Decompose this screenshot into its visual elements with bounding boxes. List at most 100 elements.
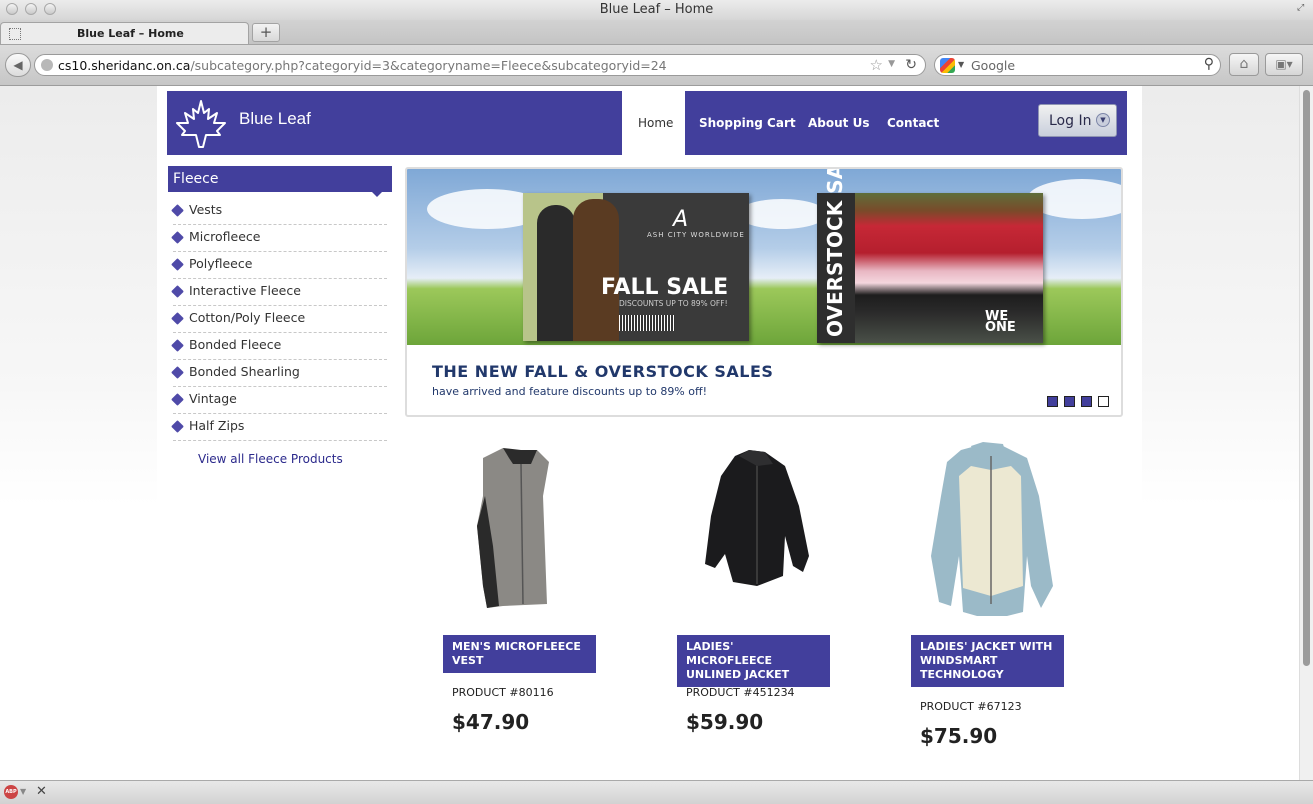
product-title[interactable]: LADIES' JACKET WITH WINDSMART TECHNOLOGY (911, 635, 1064, 687)
man-model-shape (573, 199, 619, 341)
chevron-down-icon: ▼ (1096, 113, 1110, 127)
new-tab-button[interactable]: + (252, 23, 280, 42)
adblock-icon[interactable]: ABP (4, 785, 18, 799)
product-card: LADIES' MICROFLEECE UNLINED JACKET PRODU… (677, 436, 830, 756)
models-photo (523, 193, 619, 341)
address-bar[interactable]: cs10.sheridanc.on.ca/subcategory.php?cat… (34, 54, 926, 76)
bookmark-star-icon[interactable]: ☆ (870, 56, 883, 74)
search-input[interactable]: Google (971, 58, 1015, 73)
banner-subline: have arrived and feature discounts up to… (432, 385, 707, 398)
overstock-sale-flyer: OVERSTOCK SALE WE ONE (817, 167, 1043, 343)
sidebar-item-label: Microfleece (189, 229, 261, 244)
browser-status-bar: ABP ▼ ✕ (0, 780, 1313, 804)
sidebar-item-vests[interactable]: Vests (171, 198, 387, 225)
fall-sale-subtitle: DISCOUNTS UP TO 89% OFF! (619, 299, 728, 308)
sidebar-item-half-zips[interactable]: Half Zips (171, 414, 387, 441)
fullscreen-icon[interactable]: ⤢ (1297, 3, 1307, 13)
sidebar-heading-label: Fleece (173, 171, 219, 187)
sidebar-item-vintage[interactable]: Vintage (171, 387, 387, 414)
sidebar-item-label: Bonded Fleece (189, 337, 282, 352)
site-brand-name[interactable]: Blue Leaf (239, 109, 311, 129)
product-image-jacket[interactable] (677, 436, 830, 616)
product-number: PRODUCT #67123 (920, 700, 1022, 713)
ash-city-logo-icon: A (673, 207, 689, 232)
slide-dot-3[interactable] (1081, 396, 1092, 407)
tag-icon (171, 285, 184, 298)
tag-icon (171, 231, 184, 244)
sidebar-item-label: Half Zips (189, 418, 245, 433)
sidebar-item-label: Cotton/Poly Fleece (189, 310, 306, 325)
close-icon[interactable]: ✕ (36, 784, 47, 799)
reload-icon[interactable]: ↻ (905, 57, 917, 73)
tab-bar: Blue Leaf – Home + (0, 20, 1313, 45)
sidebar-item-label: Polyfleece (189, 256, 253, 271)
nav-home-label: Home (638, 116, 674, 130)
sidebar-heading-notch (372, 192, 382, 197)
sidebar-heading: Fleece (168, 166, 392, 192)
back-button[interactable]: ◀ (5, 53, 31, 77)
sidebar-item-bonded-fleece[interactable]: Bonded Fleece (171, 333, 387, 360)
sidebar-item-cotton-poly-fleece[interactable]: Cotton/Poly Fleece (171, 306, 387, 333)
search-engine-dropdown-icon[interactable]: ▼ (958, 60, 964, 69)
flyer-brand-text: ASH CITY WORLDWIDE (647, 231, 745, 239)
nav-shopping-cart[interactable]: Shopping Cart (699, 116, 796, 130)
login-button[interactable]: Log In ▼ (1038, 104, 1117, 137)
sidebar-item-label: Vintage (189, 391, 237, 406)
sidebar-item-polyfleece[interactable]: Polyfleece (171, 252, 387, 279)
view-all-fleece-link[interactable]: View all Fleece Products (198, 452, 343, 466)
tag-icon (171, 366, 184, 379)
sidebar-item-label: Vests (189, 202, 223, 217)
product-card: MEN'S MICROFLEECE VEST PRODUCT #80116 $4… (443, 436, 596, 756)
product-price: $75.90 (920, 724, 998, 748)
window-titlebar: Blue Leaf – Home ⤢ (0, 0, 1313, 20)
tag-icon (171, 312, 184, 325)
slide-dot-1[interactable] (1047, 396, 1058, 407)
tag-icon (171, 393, 184, 406)
product-number: PRODUCT #80116 (452, 686, 554, 699)
sidebar-item-microfleece[interactable]: Microfleece (171, 225, 387, 252)
history-dropdown-icon[interactable]: ▼ (888, 59, 895, 69)
promo-banner-slider[interactable]: A ASH CITY WORLDWIDE FALL SALE DISCOUNTS… (405, 167, 1123, 417)
nav-contact[interactable]: Contact (887, 116, 939, 130)
browser-toolbar: ◀ cs10.sheridanc.on.ca/subcategory.php?c… (0, 45, 1313, 86)
search-bar[interactable]: ▼ Google ⚲ (934, 54, 1221, 76)
sidebar-item-interactive-fleece[interactable]: Interactive Fleece (171, 279, 387, 306)
search-icon[interactable]: ⚲ (1204, 56, 1214, 72)
tag-icon (171, 420, 184, 433)
product-image-vest[interactable] (443, 436, 596, 616)
slide-dot-2[interactable] (1064, 396, 1075, 407)
product-title[interactable]: LADIES' MICROFLEECE UNLINED JACKET (677, 635, 830, 687)
tag-icon (171, 258, 184, 271)
url-text[interactable]: cs10.sheridanc.on.ca/subcategory.php?cat… (58, 58, 667, 73)
product-price: $47.90 (452, 710, 530, 734)
web-viewport: Blue Leaf Home Shopping Cart About Us Co… (0, 86, 1299, 780)
product-number: PRODUCT #451234 (686, 686, 795, 699)
we-are-one-tag: WE ONE (985, 309, 1016, 335)
tab-blue-leaf-home[interactable]: Blue Leaf – Home (0, 22, 249, 44)
slide-dot-4[interactable] (1098, 396, 1109, 407)
sidebar-item-bonded-shearling[interactable]: Bonded Shearling (171, 360, 387, 387)
maple-leaf-icon[interactable] (173, 99, 229, 151)
fall-sale-title: FALL SALE (601, 275, 729, 300)
fall-sale-flyer: A ASH CITY WORLDWIDE FALL SALE DISCOUNTS… (523, 193, 749, 341)
home-button[interactable]: ⌂ (1229, 53, 1259, 76)
sidebar-item-label: Bonded Shearling (189, 364, 300, 379)
product-card: LADIES' JACKET WITH WINDSMART TECHNOLOGY… (911, 436, 1064, 766)
vertical-scrollbar[interactable] (1299, 86, 1313, 780)
product-image-windsmart-jacket[interactable] (911, 436, 1064, 616)
site-nav-bar: Shopping Cart About Us Contact Log In ▼ (685, 91, 1127, 155)
nav-home[interactable]: Home (623, 91, 685, 155)
sidebar-category-list: Vests Microfleece Polyfleece Interactive… (171, 198, 387, 441)
barcode-icon (619, 315, 675, 331)
product-price: $59.90 (686, 710, 764, 734)
banner-headline: THE NEW FALL & OVERSTOCK SALES (432, 362, 774, 381)
scrollbar-thumb[interactable] (1303, 90, 1310, 666)
overstock-sale-title: OVERSTOCK SALE (823, 167, 847, 337)
window-title: Blue Leaf – Home (599, 2, 714, 17)
bookmarks-menu-button[interactable]: ▣▾ (1265, 53, 1303, 76)
product-title[interactable]: MEN'S MICROFLEECE VEST (443, 635, 596, 673)
nav-about-us[interactable]: About Us (808, 116, 869, 130)
adblock-dropdown-icon[interactable]: ▼ (20, 787, 26, 796)
google-logo-icon[interactable] (940, 58, 955, 73)
tag-icon (171, 204, 184, 217)
